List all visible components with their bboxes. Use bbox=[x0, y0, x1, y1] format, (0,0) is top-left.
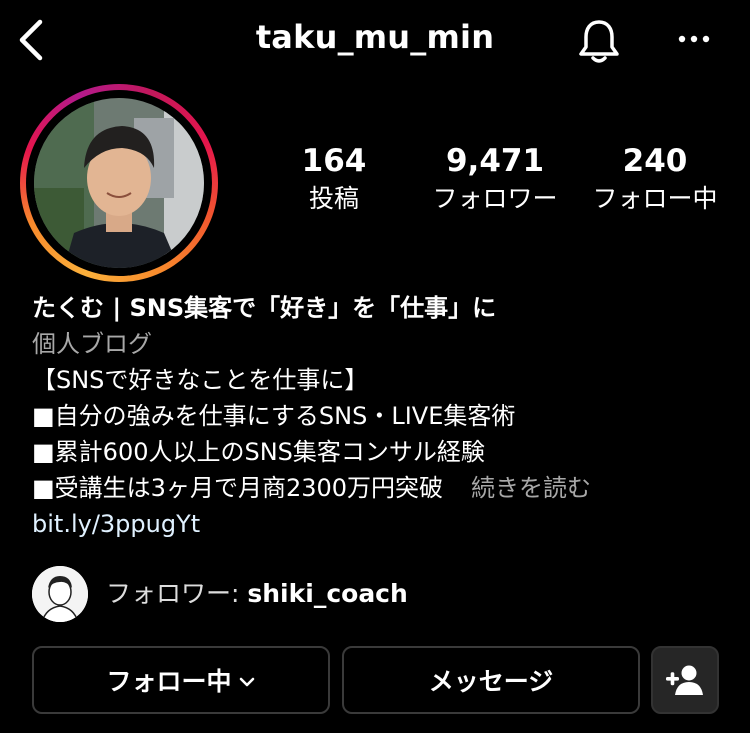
followed-by-prefix: フォロワー: bbox=[106, 579, 248, 608]
suggested-users-button[interactable] bbox=[651, 646, 719, 714]
notifications-button[interactable] bbox=[574, 16, 624, 66]
bio-line: ■自分の強みを仕事にするSNS・LIVE集客術 bbox=[32, 402, 516, 430]
followed-by-text: フォロワー: shiki_coach bbox=[106, 578, 408, 610]
more-options-button[interactable] bbox=[674, 24, 714, 54]
bio-external-link[interactable]: bit.ly/3ppugYt bbox=[32, 506, 732, 542]
chevron-down-icon bbox=[238, 666, 256, 695]
posts-label: 投稿 bbox=[308, 184, 359, 213]
display-name: たくむ | SNS集客で「好き」を「仕事」に bbox=[32, 294, 497, 322]
mutual-follower-avatar[interactable] bbox=[32, 566, 88, 622]
posts-count: 164 bbox=[301, 143, 367, 179]
more-horizontal-icon bbox=[678, 35, 710, 43]
bio-line-last: ■受講生は3ヶ月で月商2300万円突破 続きを読む bbox=[32, 470, 732, 506]
bio-line: 【SNSで好きなことを仕事に】 bbox=[32, 366, 369, 394]
followed-by-username[interactable]: shiki_coach bbox=[247, 579, 407, 608]
followers-label: フォロワー bbox=[432, 184, 558, 213]
story-ring[interactable] bbox=[20, 84, 218, 282]
following-button-label: フォロー中 bbox=[106, 667, 232, 696]
profile-avatar[interactable] bbox=[34, 98, 204, 268]
following-label: フォロー中 bbox=[592, 184, 718, 213]
profile-header: taku_mu_min bbox=[0, 0, 750, 80]
bio-line: ■累計600人以上のSNS集客コンサル経験 bbox=[32, 438, 485, 466]
following-count: 240 bbox=[622, 143, 688, 179]
category-label: 個人ブログ bbox=[32, 330, 152, 358]
add-user-icon bbox=[666, 665, 703, 695]
posts-stat[interactable]: 164 投稿 bbox=[290, 143, 378, 216]
bell-icon bbox=[579, 20, 619, 63]
profile-bio: たくむ | SNS集客で「好き」を「仕事」に 個人ブログ 【SNSで好きなことを… bbox=[32, 290, 732, 542]
following-button[interactable]: フォロー中 bbox=[32, 646, 330, 714]
message-button-label: メッセージ bbox=[428, 667, 554, 696]
message-button[interactable]: メッセージ bbox=[342, 646, 640, 714]
bio-line-text: ■受講生は3ヶ月で月商2300万円突破 bbox=[32, 474, 444, 502]
followers-count: 9,471 bbox=[445, 143, 545, 179]
read-more-link[interactable]: 続きを読む bbox=[471, 474, 591, 502]
profile-username: taku_mu_min bbox=[255, 18, 495, 56]
followed-by-row[interactable]: フォロワー: shiki_coach bbox=[32, 566, 732, 624]
following-stat[interactable]: 240 フォロー中 bbox=[584, 143, 726, 216]
followers-stat[interactable]: 9,471 フォロワー bbox=[425, 143, 565, 216]
